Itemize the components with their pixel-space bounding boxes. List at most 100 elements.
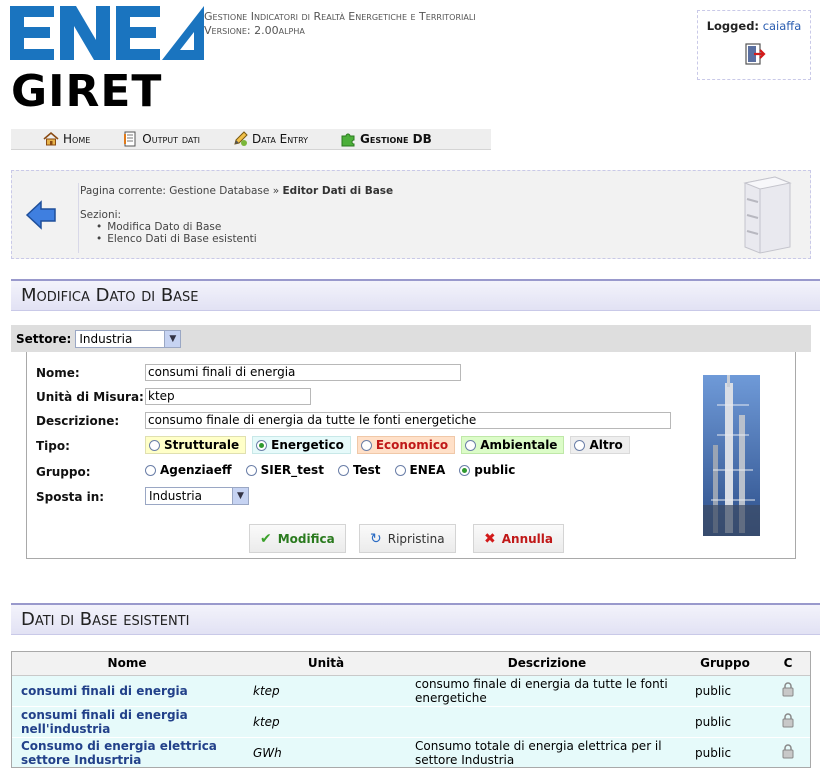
main-menu: Home Output dati Data Entry Gestione DB	[11, 129, 491, 150]
row-unita: ktep	[243, 706, 409, 738]
gruppo-enea-label: ENEA	[409, 463, 446, 477]
app-version: Versione: 2.00alpha	[204, 24, 305, 37]
logout-door-icon[interactable]	[742, 43, 766, 65]
lock-icon[interactable]	[780, 712, 796, 728]
table-header: Nome Unità Descrizione Gruppo C	[11, 651, 811, 676]
descrizione-input[interactable]: consumo finale di energia da tutte le fo…	[145, 412, 671, 429]
app-name: GIRET	[11, 66, 163, 117]
sposta-select[interactable]: Industria ▼	[145, 487, 249, 505]
tipo-energetico[interactable]: Energetico	[252, 436, 351, 454]
close-icon: ✖	[484, 530, 496, 547]
radio-checked-icon	[256, 439, 268, 451]
col-descrizione[interactable]: Descrizione	[409, 651, 685, 676]
edit-form: Nome: consumi finali di energia Unità di…	[26, 352, 796, 559]
breadcrumb-prefix: Pagina corrente: Gestione Database	[80, 185, 270, 197]
gruppo-label: Gruppo:	[36, 465, 91, 479]
dati-base-table: Nome Unità Descrizione Gruppo C consumi …	[11, 651, 811, 769]
col-unita[interactable]: Unità	[243, 651, 409, 676]
row-unita: GWh	[243, 737, 409, 769]
breadcrumb-divider	[78, 183, 79, 253]
col-nome[interactable]: Nome	[11, 651, 243, 676]
check-icon: ✔	[260, 530, 272, 547]
sposta-select-value: Industria	[149, 489, 202, 503]
sposta-label: Sposta in:	[36, 490, 105, 504]
row-nome-link[interactable]: consumi finali di energia	[11, 675, 243, 707]
breadcrumb-separator: »	[272, 185, 280, 197]
gruppo-enea[interactable]: ENEA	[394, 463, 446, 477]
radio-icon	[574, 439, 586, 451]
modifica-button[interactable]: ✔ Modifica	[249, 524, 346, 553]
annulla-button[interactable]: ✖ Annulla	[473, 524, 564, 553]
section-link-modifica[interactable]: Modifica Dato di Base	[96, 221, 257, 233]
row-descrizione: Consumo totale di energia elettrica per …	[409, 737, 685, 769]
annulla-label: Annulla	[501, 531, 553, 546]
lock-icon[interactable]	[780, 743, 796, 759]
radio-icon	[465, 439, 477, 451]
radio-checked-icon	[459, 464, 471, 476]
tipo-ambientale-label: Ambientale	[480, 438, 558, 452]
refresh-icon: ↻	[370, 530, 382, 547]
gruppo-sier-test-label: SIER_test	[260, 463, 324, 477]
radio-icon	[394, 464, 406, 476]
settore-select-value: Industria	[79, 331, 133, 346]
tipo-energetico-label: Energetico	[271, 438, 344, 452]
menu-home[interactable]: Home	[43, 131, 90, 147]
menu-output-label: Output dati	[142, 132, 200, 146]
row-descrizione	[409, 706, 685, 738]
breadcrumb-panel: Pagina corrente: Gestione Database » Edi…	[11, 170, 811, 259]
filing-cabinet-icon	[743, 176, 792, 254]
row-gruppo: public	[685, 737, 765, 769]
radio-icon	[145, 464, 156, 476]
login-box: Logged: caiaffa	[697, 10, 811, 80]
industrial-plant-image	[703, 375, 760, 536]
settore-bar: Settore: Industria ▼	[11, 325, 811, 352]
unita-label: Unità di Misura:	[36, 390, 144, 404]
row-action[interactable]	[765, 675, 811, 707]
home-icon	[43, 131, 59, 146]
section-link-elenco[interactable]: Elenco Dati di Base esistenti	[96, 233, 257, 245]
logged-user-link[interactable]: caiaffa	[763, 19, 802, 33]
menu-gestione-db[interactable]: Gestione DB	[340, 131, 432, 147]
modifica-label: Modifica	[277, 531, 335, 546]
tipo-label: Tipo:	[36, 439, 70, 453]
settore-select[interactable]: Industria ▼	[75, 329, 182, 348]
radio-icon	[245, 464, 257, 476]
gruppo-public[interactable]: public	[459, 463, 515, 477]
tipo-economico[interactable]: Economico	[356, 436, 456, 454]
row-unita: ktep	[243, 675, 409, 707]
row-nome-link[interactable]: consumi finali di energia nell'industria	[11, 706, 243, 738]
chevron-down-icon: ▼	[164, 330, 181, 347]
app-title: Gestione Indicatori di Realtà Energetich…	[204, 10, 476, 23]
tipo-ambientale[interactable]: Ambientale	[461, 436, 565, 454]
menu-output-dati[interactable]: Output dati	[122, 131, 200, 147]
tipo-altro-label: Altro	[589, 438, 623, 452]
lock-icon[interactable]	[780, 681, 796, 697]
nome-input[interactable]: consumi finali di energia	[145, 364, 461, 381]
gruppo-agenziaeff[interactable]: Agenziaeff	[145, 463, 232, 477]
row-action[interactable]	[765, 706, 811, 738]
row-nome-link[interactable]: Consumo di energia elettrica settore Ind…	[11, 737, 243, 769]
ripristina-button[interactable]: ↻ Ripristina	[359, 524, 456, 553]
back-arrow-icon[interactable]	[25, 199, 57, 231]
gruppo-sier-test[interactable]: SIER_test	[245, 463, 324, 477]
puzzle-icon	[341, 133, 355, 147]
row-gruppo: public	[685, 675, 765, 707]
document-icon	[124, 131, 136, 147]
table-row: Consumo di energia elettrica settore Ind…	[11, 737, 811, 769]
sections-list: Sezioni: Modifica Dato di Base Elenco Da…	[80, 209, 257, 245]
menu-data-entry[interactable]: Data Entry	[232, 131, 308, 147]
menu-gestione-db-label: Gestione DB	[360, 132, 432, 146]
tipo-altro[interactable]: Altro	[570, 436, 630, 454]
col-gruppo[interactable]: Gruppo	[685, 651, 765, 676]
gruppo-test[interactable]: Test	[337, 463, 381, 477]
row-action[interactable]	[765, 737, 811, 769]
sections-label: Sezioni:	[80, 209, 122, 221]
ripristina-label: Ripristina	[387, 531, 445, 546]
gruppo-agenziaeff-label: Agenziaeff	[160, 463, 232, 477]
tipo-strutturale[interactable]: Strutturale	[145, 436, 247, 454]
enea-logo	[10, 6, 204, 60]
unita-input[interactable]: ktep	[145, 388, 311, 405]
row-gruppo: public	[685, 706, 765, 738]
breadcrumb: Pagina corrente: Gestione Database » Edi…	[80, 185, 393, 198]
col-c[interactable]: C	[765, 651, 811, 676]
